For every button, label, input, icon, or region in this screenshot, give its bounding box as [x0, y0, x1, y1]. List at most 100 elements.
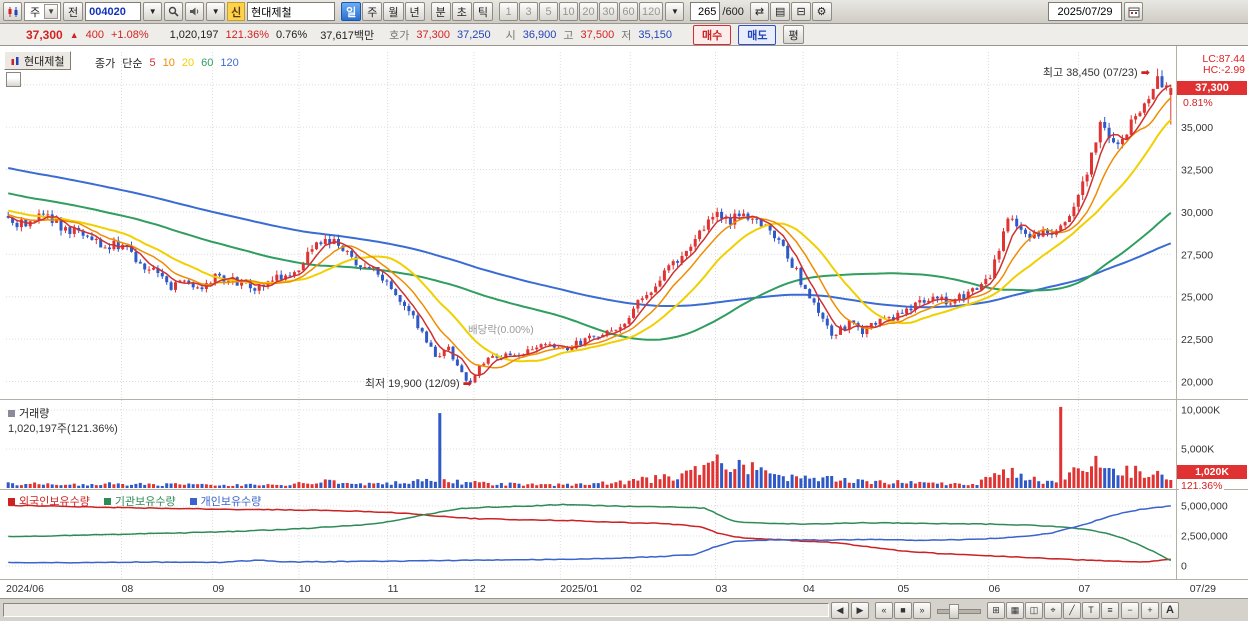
svg-text:07/29: 07/29 [1190, 583, 1216, 595]
period-day-button[interactable]: 일 [341, 2, 362, 21]
chevron-down-icon: ▼ [148, 6, 157, 16]
save-icon[interactable]: ⊟ [791, 2, 811, 21]
stock-name-input[interactable] [247, 2, 336, 21]
chart-tab[interactable]: 현대제철 [4, 51, 72, 70]
window-layout-icon[interactable]: ⊞ [987, 601, 1005, 619]
playback-button-1[interactable]: ■ [894, 601, 912, 619]
trendline-icon[interactable]: ╱ [1063, 601, 1081, 619]
zoom-out-button[interactable]: − [1121, 601, 1139, 619]
search-button[interactable] [164, 2, 184, 21]
tick-preset-30-button[interactable]: 30 [599, 2, 619, 21]
chart-type-button[interactable] [3, 2, 22, 21]
crosshair-icon[interactable]: ⌖ [1044, 601, 1062, 619]
tick-preset-1-button[interactable]: 1 [499, 2, 519, 21]
current-price-percent: 0.81% [1181, 97, 1215, 109]
period-buttons: 일 주 월 년 [341, 2, 425, 21]
svg-text:06: 06 [989, 583, 1001, 595]
trade-value: 37,617백만 [320, 29, 375, 42]
playback-button-0[interactable]: « [875, 601, 893, 619]
low-price: 35,150 [638, 28, 672, 41]
period-second-button[interactable]: 초 [451, 2, 472, 21]
ma-120-legend[interactable]: 120 [220, 57, 238, 69]
ma-60-legend[interactable]: 60 [201, 57, 213, 69]
compare-chart-icon[interactable]: ◫ [1025, 601, 1043, 619]
ask-price: 37,300 [416, 28, 450, 41]
tick-preset-20-button[interactable]: 20 [579, 2, 599, 21]
pan-icon[interactable]: ⇄ [749, 2, 770, 21]
scroll-left-button[interactable]: ◀ [831, 601, 849, 619]
institution-holdings-legend[interactable]: 기관보유수량 [103, 493, 176, 509]
ma-20-legend[interactable]: 20 [182, 57, 194, 69]
layout-icon[interactable]: ▤ [770, 2, 791, 21]
period-combo[interactable]: 주 ▼ [24, 2, 62, 21]
gear-icon[interactable]: ⚙ [811, 2, 832, 21]
price-info-bar: 37,300 ▲ 400 +1.08% 1,020,197 121.36% 0.… [0, 24, 1248, 46]
period-minute-button[interactable]: 분 [430, 2, 451, 21]
grid-icon[interactable]: ▦ [1006, 601, 1024, 619]
individual-holdings-legend[interactable]: 개인보유수량 [189, 493, 261, 509]
avg-button[interactable]: 평 [783, 25, 804, 44]
candles [6, 68, 1173, 384]
volume-ratio: 121.36% [225, 28, 269, 41]
period-week-button[interactable]: 주 [362, 2, 383, 21]
chart-scrollbar[interactable] [3, 603, 829, 617]
date-input[interactable] [1048, 2, 1122, 21]
prev-stock-button[interactable]: 전 [63, 2, 84, 21]
tick-preset-3-button[interactable]: 3 [519, 2, 539, 21]
ma5-line [8, 84, 1172, 376]
lc-hc-readout: LC:87.44 HC:-2.99 [1202, 54, 1245, 76]
svg-text:5,000,000: 5,000,000 [1181, 501, 1228, 513]
legend-bullet-icon [8, 409, 15, 417]
tick-preset-5-button[interactable]: 5 [539, 2, 559, 21]
ma-10-legend[interactable]: 10 [163, 57, 175, 69]
tick-preset-120-button[interactable]: 120 [639, 2, 664, 21]
right-arrow-icon: ➡ [1140, 67, 1150, 79]
open-label: 시 [505, 29, 516, 42]
code-dropdown-button[interactable]: ▼ [143, 2, 163, 21]
font-size-button[interactable]: A [1161, 601, 1179, 619]
institution-holdings-line [8, 503, 1172, 562]
zoom-slider-track [937, 608, 981, 614]
sell-button[interactable]: 매도 [738, 24, 777, 45]
playback-button-2[interactable]: » [913, 601, 931, 619]
period-year-button[interactable]: 년 [404, 2, 425, 21]
holdings-legend: 외국인보유수량 기관보유수량 개인보유수량 [8, 493, 261, 509]
tick-preset-60-button[interactable]: 60 [619, 2, 639, 21]
candle-total-label: /600 [722, 5, 744, 18]
candle-count-input[interactable] [690, 2, 721, 21]
mini-window-icon[interactable] [6, 72, 21, 87]
period-tick-button[interactable]: 틱 [472, 2, 494, 21]
stock-code-input[interactable] [85, 2, 142, 21]
annotation-high: 최고 38,450 (07/23) ➡ [1042, 67, 1150, 79]
right-arrow-icon: ➡ [462, 378, 472, 390]
indicator-list-icon[interactable]: ≡ [1101, 601, 1119, 619]
foreign-holdings-legend[interactable]: 외국인보유수량 [8, 493, 90, 509]
calendar-button[interactable] [1124, 2, 1143, 21]
zoom-in-button[interactable]: + [1141, 601, 1159, 619]
announcement-dropdown-button[interactable]: ▼ [206, 2, 226, 21]
zoom-slider-handle[interactable] [949, 603, 959, 619]
svg-text:02: 02 [630, 583, 642, 595]
current-price-tag: 37,300 [1177, 81, 1247, 95]
buy-button[interactable]: 매수 [692, 24, 732, 45]
speaker-icon [190, 7, 199, 16]
current-volume-tag: 1,020K [1177, 465, 1247, 479]
svg-text:20,000: 20,000 [1181, 377, 1213, 389]
legend-price-type: 종가 [95, 58, 116, 70]
ma-5-legend[interactable]: 5 [150, 57, 156, 69]
tick-preset-10-button[interactable]: 10 [559, 2, 579, 21]
high-label: 고 [563, 29, 574, 42]
svg-text:22,500: 22,500 [1181, 334, 1213, 346]
volume-pane-label[interactable]: 거래량 [8, 405, 49, 421]
text-tool-icon[interactable]: T [1082, 601, 1100, 619]
high-price: 37,500 [580, 28, 615, 41]
chart-tool-buttons: ⇄ ▤ ⊟ ⚙ [749, 2, 832, 21]
zoom-slider[interactable] [937, 603, 981, 619]
main-chart[interactable]: 35,000 32,500 30,000 27,500 25,000 22,500 20,0… [0, 46, 1248, 598]
svg-text:10,000K: 10,000K [1181, 405, 1220, 417]
tick-dropdown-button[interactable]: ▼ [665, 2, 685, 21]
announcement-button[interactable] [185, 2, 205, 21]
scroll-right-button[interactable]: ▶ [851, 601, 869, 619]
open-price: 36,900 [522, 28, 557, 41]
period-month-button[interactable]: 월 [383, 2, 404, 21]
